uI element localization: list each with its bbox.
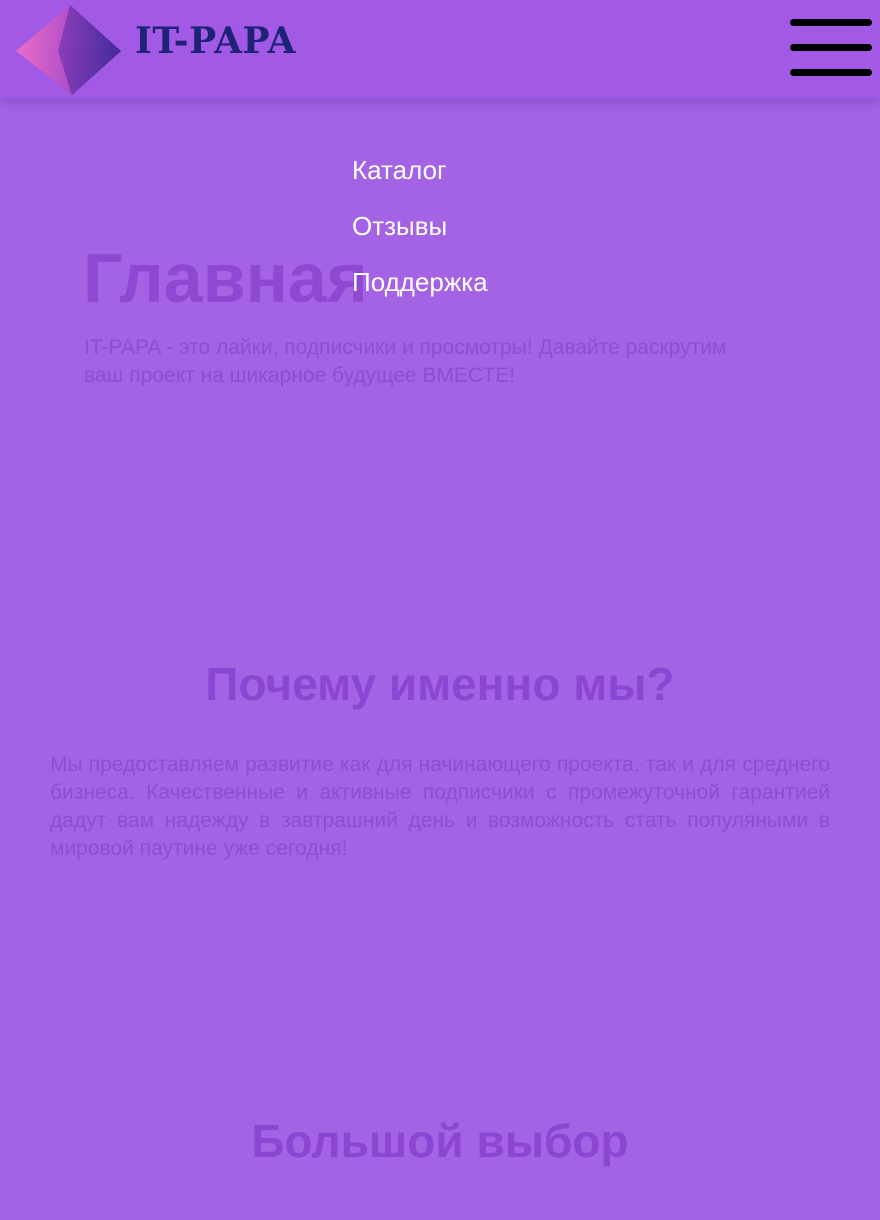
menu-bar [790,19,872,26]
nav-menu: Каталог Отзывы Поддержка [352,150,488,318]
nav-item-catalog[interactable]: Каталог [352,150,488,190]
nav-item-support[interactable]: Поддержка [352,262,488,302]
big-choice-title: Большой выбор [251,1115,629,1167]
logo-link[interactable]: IT-PAPA [14,4,304,96]
why-us-title: Почему именно мы? [205,658,675,710]
site-header: IT-PAPA [0,0,880,98]
hamburger-menu-icon[interactable] [790,19,872,79]
menu-bar [790,69,872,76]
logo-text: IT-PAPA [135,20,296,62]
gradient-cube-icon [16,5,121,95]
hero-title: Главная [83,239,368,317]
why-us-text: Мы предоставляем развитие как для начина… [50,753,830,860]
nav-item-reviews[interactable]: Отзывы [352,206,488,246]
hero-text: IT-PAPA - это лайки, подписчики и просмо… [84,336,727,387]
menu-bar [790,44,872,51]
